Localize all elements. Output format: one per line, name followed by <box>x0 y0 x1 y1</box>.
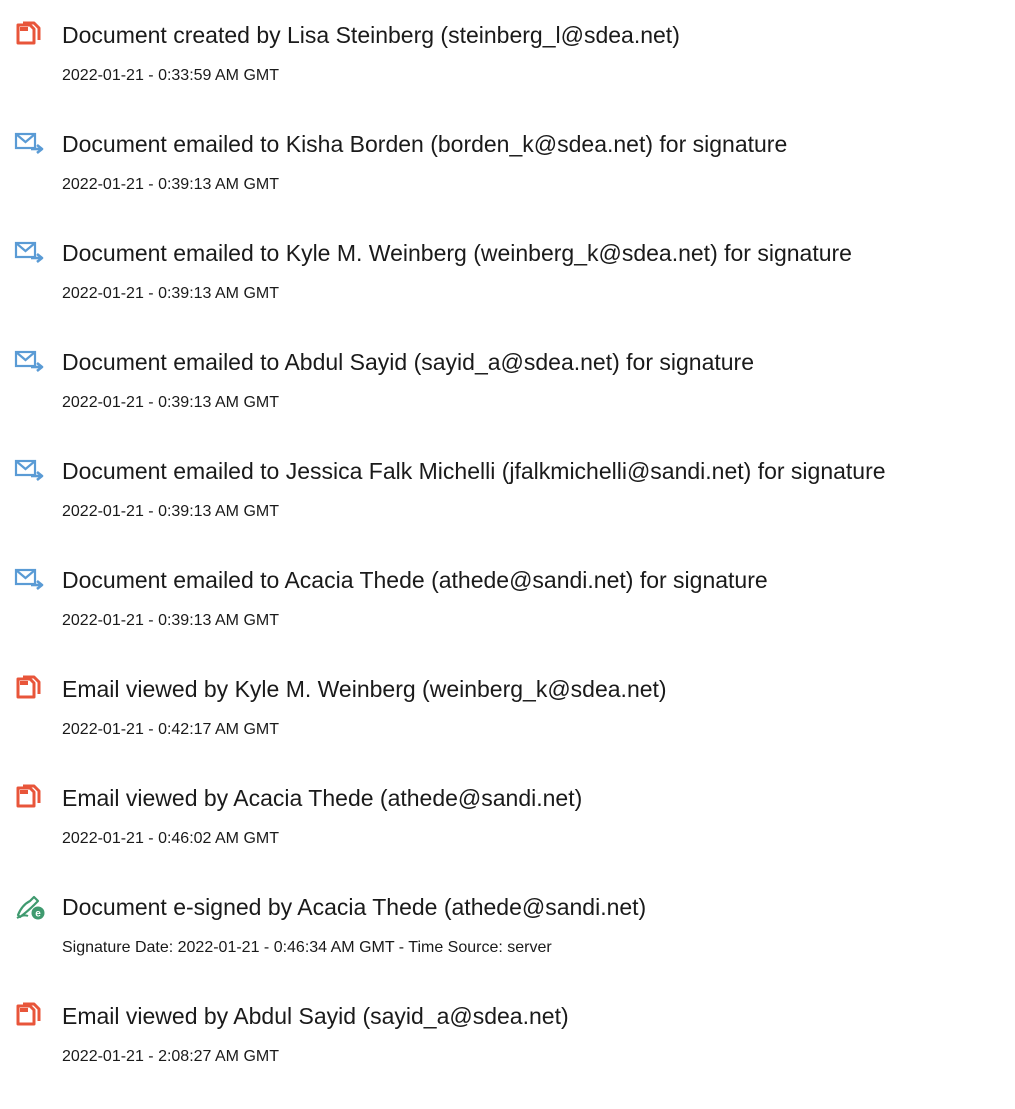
event-title: Email viewed by Kyle M. Weinberg (weinbe… <box>62 676 667 702</box>
email-icon <box>14 130 46 158</box>
email-icon <box>14 457 46 485</box>
email-icon <box>14 348 46 376</box>
audit-event: Document emailed to Kisha Borden (borden… <box>0 129 1015 229</box>
event-title: Document emailed to Kyle M. Weinberg (we… <box>62 240 852 266</box>
event-timestamp: 2022-01-21 - 0:39:13 AM GMT <box>62 503 279 520</box>
event-timestamp: Signature Date: 2022-01-21 - 0:46:34 AM … <box>62 939 552 956</box>
document-icon <box>14 21 46 49</box>
email-icon <box>14 239 46 267</box>
svg-text:e: e <box>35 909 41 920</box>
audit-event: Email viewed by Abdul Sayid (sayid_a@sde… <box>0 1001 1015 1101</box>
event-title: Document emailed to Kisha Borden (borden… <box>62 131 788 157</box>
event-title: Email viewed by Acacia Thede (athede@san… <box>62 785 583 811</box>
audit-event: Document emailed to Acacia Thede (athede… <box>0 565 1015 665</box>
audit-event: Email viewed by Acacia Thede (athede@san… <box>0 783 1015 883</box>
email-icon <box>14 566 46 594</box>
audit-event: e Document e-signed by Acacia Thede (ath… <box>0 892 1015 992</box>
event-title: Document emailed to Abdul Sayid (sayid_a… <box>62 349 755 375</box>
event-timestamp: 2022-01-21 - 0:33:59 AM GMT <box>62 67 279 84</box>
audit-event: Document emailed to Kyle M. Weinberg (we… <box>0 238 1015 338</box>
audit-event: Document emailed to Abdul Sayid (sayid_a… <box>0 347 1015 447</box>
event-timestamp: 2022-01-21 - 0:39:13 AM GMT <box>62 612 279 629</box>
document-icon <box>14 675 46 703</box>
document-icon <box>14 1002 46 1030</box>
event-timestamp: 2022-01-21 - 0:46:02 AM GMT <box>62 830 279 847</box>
event-timestamp: 2022-01-21 - 0:42:17 AM GMT <box>62 721 279 738</box>
audit-event: Document emailed to Jessica Falk Michell… <box>0 456 1015 556</box>
event-title: Document emailed to Jessica Falk Michell… <box>62 458 886 484</box>
event-title: Document e-signed by Acacia Thede (athed… <box>62 894 647 920</box>
event-title: Document emailed to Acacia Thede (athede… <box>62 567 768 593</box>
audit-event: Document created by Lisa Steinberg (stei… <box>0 20 1015 120</box>
event-title: Document created by Lisa Steinberg (stei… <box>62 22 680 48</box>
document-icon <box>14 784 46 812</box>
esign-icon: e <box>14 893 46 921</box>
event-timestamp: 2022-01-21 - 0:39:13 AM GMT <box>62 176 279 193</box>
event-title: Email viewed by Abdul Sayid (sayid_a@sde… <box>62 1003 569 1029</box>
event-timestamp: 2022-01-21 - 2:08:27 AM GMT <box>62 1048 279 1065</box>
event-timestamp: 2022-01-21 - 0:39:13 AM GMT <box>62 394 279 411</box>
event-timestamp: 2022-01-21 - 0:39:13 AM GMT <box>62 285 279 302</box>
audit-event: Email viewed by Kyle M. Weinberg (weinbe… <box>0 674 1015 774</box>
